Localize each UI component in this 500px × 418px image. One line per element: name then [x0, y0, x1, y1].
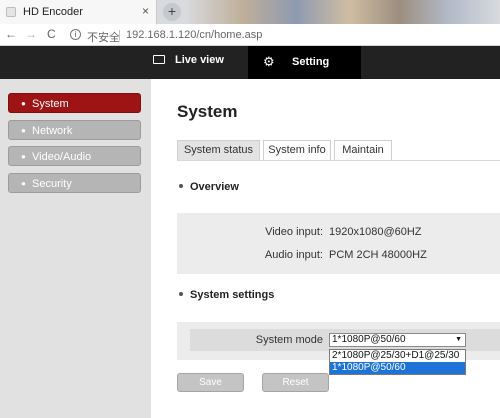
sidebar-item-label: Network [32, 125, 73, 137]
live-view-label: Live view [175, 54, 224, 66]
dropdown-option-highlighted[interactable]: 1*1080P@50/60 [330, 362, 465, 374]
browser-tab-title: HD Encoder [23, 6, 83, 18]
gear-icon: ⚙ [263, 54, 275, 69]
sidebar-item-label: System [32, 98, 69, 110]
setting-tab[interactable]: ⚙ Setting [248, 46, 361, 79]
monitor-icon [153, 55, 165, 64]
page-favicon-icon [6, 7, 16, 17]
browser-tab[interactable]: HD Encoder × [0, 0, 157, 24]
sidebar-item-label: Video/Audio [32, 151, 92, 163]
live-view-tab[interactable]: Live view [153, 54, 224, 66]
sidebar-item-system[interactable]: ● System [8, 93, 141, 113]
top-navigation: Live view ⚙ Setting [0, 46, 500, 79]
system-mode-row: System mode 1*1080P@50/60 ▼ [190, 329, 500, 351]
dropdown-arrow-icon: ▼ [455, 336, 462, 343]
page-title: System [177, 102, 238, 121]
sidebar-item-security[interactable]: ● Security [8, 173, 141, 193]
url-field[interactable]: 192.168.1.120/cn/home.asp [126, 29, 262, 41]
system-settings-heading: System settings [179, 289, 274, 301]
address-bar: ← → C i 不安全 | 192.168.1.120/cn/home.asp [0, 24, 500, 46]
new-tab-button[interactable]: + [163, 3, 181, 21]
tab-system-status[interactable]: System status [177, 140, 260, 160]
tab-divider [177, 160, 500, 161]
audio-input-value: PCM 2CH 48000HZ [329, 249, 427, 261]
bullet-icon [179, 184, 183, 188]
video-input-value: 1920x1080@60HZ [329, 226, 422, 238]
bullet-icon [179, 292, 183, 296]
close-tab-icon[interactable]: × [142, 4, 149, 18]
system-mode-dropdown: 2*1080P@25/30+D1@25/30 1*1080P@50/60 [329, 349, 466, 375]
system-settings-heading-label: System settings [190, 289, 275, 301]
site-info-icon[interactable]: i [70, 29, 81, 40]
reload-icon[interactable]: C [47, 27, 56, 41]
forward-arrow-icon[interactable]: → [25, 27, 37, 41]
reset-button[interactable]: Reset [262, 373, 329, 392]
video-input-label: Video input: [265, 226, 323, 238]
dropdown-option[interactable]: 2*1080P@25/30+D1@25/30 [330, 350, 465, 362]
sidebar-item-network[interactable]: ● Network [8, 120, 141, 140]
setting-label: Setting [292, 56, 330, 68]
overview-heading: Overview [179, 181, 239, 193]
sidebar: ● System ● Network ● Video/Audio ● Secur… [0, 79, 151, 418]
main-content: System System status System info Maintai… [151, 79, 500, 418]
bullet-icon: ● [21, 179, 26, 188]
security-status[interactable]: 不安全 [87, 29, 120, 45]
overview-heading-label: Overview [190, 181, 239, 193]
tab-maintain[interactable]: Maintain [334, 140, 392, 160]
system-mode-label: System mode [255, 334, 323, 346]
audio-input-label: Audio input: [264, 249, 323, 261]
bullet-icon: ● [21, 126, 26, 135]
overview-panel: Video input: 1920x1080@60HZ Audio input:… [177, 213, 500, 274]
system-mode-selected-value: 1*1080P@50/60 [332, 334, 406, 345]
tab-system-info[interactable]: System info [263, 140, 331, 160]
bullet-icon: ● [21, 99, 26, 108]
bullet-icon: ● [21, 152, 26, 161]
save-button[interactable]: Save [177, 373, 244, 392]
system-mode-select[interactable]: 1*1080P@50/60 ▼ [329, 333, 466, 347]
back-arrow-icon[interactable]: ← [5, 27, 17, 41]
sidebar-item-label: Security [32, 178, 72, 190]
browser-tabstrip: HD Encoder × + [0, 0, 500, 24]
sidebar-item-video-audio[interactable]: ● Video/Audio [8, 146, 141, 166]
tab-strip-background-image [186, 0, 500, 24]
address-separator: | [118, 29, 121, 41]
